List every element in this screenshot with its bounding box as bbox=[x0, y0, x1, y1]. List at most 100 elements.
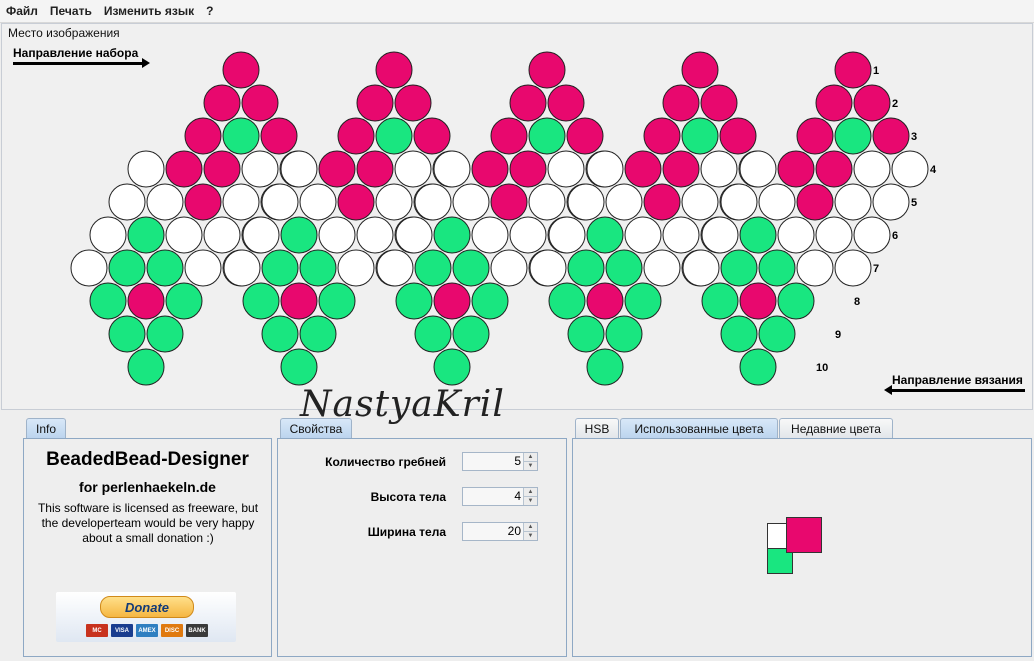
bead[interactable] bbox=[624, 216, 662, 254]
bead[interactable] bbox=[528, 117, 566, 155]
bead[interactable] bbox=[222, 117, 260, 155]
bead[interactable] bbox=[624, 150, 662, 188]
bead[interactable] bbox=[701, 216, 739, 254]
bead[interactable] bbox=[203, 150, 241, 188]
bead[interactable] bbox=[777, 216, 815, 254]
bead[interactable] bbox=[701, 282, 739, 320]
bead[interactable] bbox=[108, 249, 146, 287]
bead[interactable] bbox=[241, 150, 279, 188]
bead[interactable] bbox=[739, 282, 777, 320]
bead[interactable] bbox=[720, 183, 758, 221]
bead[interactable] bbox=[337, 249, 375, 287]
bead[interactable] bbox=[509, 150, 547, 188]
spin-down-icon[interactable]: ▼ bbox=[523, 461, 537, 470]
bead[interactable] bbox=[223, 249, 261, 287]
bead[interactable] bbox=[280, 348, 318, 386]
bead[interactable] bbox=[70, 249, 108, 287]
bead[interactable] bbox=[184, 249, 222, 287]
bead[interactable] bbox=[796, 117, 834, 155]
bead[interactable] bbox=[203, 84, 241, 122]
bead[interactable] bbox=[643, 183, 681, 221]
bead[interactable] bbox=[643, 117, 681, 155]
bead[interactable] bbox=[834, 183, 872, 221]
bead[interactable] bbox=[471, 216, 509, 254]
bead[interactable] bbox=[318, 150, 356, 188]
bead[interactable] bbox=[853, 84, 891, 122]
bead[interactable] bbox=[222, 51, 260, 89]
bead[interactable] bbox=[681, 117, 719, 155]
bead[interactable] bbox=[567, 315, 605, 353]
bead[interactable] bbox=[471, 150, 509, 188]
bead[interactable] bbox=[605, 249, 643, 287]
bead[interactable] bbox=[356, 84, 394, 122]
bead[interactable] bbox=[834, 249, 872, 287]
bead[interactable] bbox=[605, 315, 643, 353]
bead[interactable] bbox=[299, 315, 337, 353]
bead[interactable] bbox=[700, 84, 738, 122]
bead[interactable] bbox=[395, 282, 433, 320]
spin-up-icon[interactable]: ▲ bbox=[523, 523, 537, 531]
bead[interactable] bbox=[758, 183, 796, 221]
bead[interactable] bbox=[662, 216, 700, 254]
bead[interactable] bbox=[280, 282, 318, 320]
bead[interactable] bbox=[643, 249, 681, 287]
tab-recent-colors[interactable]: Недавние цвета bbox=[779, 418, 893, 438]
spin-up-icon[interactable]: ▲ bbox=[523, 488, 537, 496]
bead[interactable] bbox=[375, 117, 413, 155]
bead[interactable] bbox=[739, 216, 777, 254]
bead[interactable] bbox=[815, 84, 853, 122]
bead[interactable] bbox=[146, 249, 184, 287]
bead[interactable] bbox=[853, 216, 891, 254]
ribs-count-spinner[interactable]: 5 ▲ ▼ bbox=[462, 452, 538, 471]
bead[interactable] bbox=[452, 315, 490, 353]
bead[interactable] bbox=[547, 84, 585, 122]
bead[interactable] bbox=[471, 282, 509, 320]
body-width-spinner[interactable]: 20 ▲ ▼ bbox=[462, 522, 538, 541]
bead[interactable] bbox=[681, 183, 719, 221]
bead[interactable] bbox=[739, 348, 777, 386]
tab-properties[interactable]: Свойства bbox=[280, 418, 352, 438]
bead[interactable] bbox=[605, 183, 643, 221]
bead[interactable] bbox=[815, 150, 853, 188]
bead[interactable] bbox=[739, 150, 777, 188]
bead[interactable] bbox=[509, 84, 547, 122]
tab-hsb[interactable]: HSB bbox=[575, 418, 619, 438]
bead[interactable] bbox=[261, 183, 299, 221]
bead[interactable] bbox=[414, 183, 452, 221]
bead[interactable] bbox=[376, 249, 414, 287]
menu-help[interactable]: ? bbox=[200, 4, 219, 18]
bead[interactable] bbox=[280, 216, 318, 254]
body-height-spinner[interactable]: 4 ▲ ▼ bbox=[462, 487, 538, 506]
bead[interactable] bbox=[356, 150, 394, 188]
bead[interactable] bbox=[529, 249, 567, 287]
bead[interactable] bbox=[165, 216, 203, 254]
bead[interactable] bbox=[586, 216, 624, 254]
bead[interactable] bbox=[127, 150, 165, 188]
bead[interactable] bbox=[356, 216, 394, 254]
bead[interactable] bbox=[261, 315, 299, 353]
bead[interactable] bbox=[127, 282, 165, 320]
bead[interactable] bbox=[586, 150, 624, 188]
bead[interactable] bbox=[203, 216, 241, 254]
bead[interactable] bbox=[567, 249, 605, 287]
bead[interactable] bbox=[509, 216, 547, 254]
bead[interactable] bbox=[165, 282, 203, 320]
bead[interactable] bbox=[222, 183, 260, 221]
bead[interactable] bbox=[395, 216, 433, 254]
bead[interactable] bbox=[337, 117, 375, 155]
menu-file[interactable]: Файл bbox=[0, 4, 44, 18]
bead[interactable] bbox=[261, 249, 299, 287]
bead[interactable] bbox=[777, 150, 815, 188]
bead[interactable] bbox=[433, 216, 471, 254]
bead[interactable] bbox=[796, 249, 834, 287]
bead[interactable] bbox=[260, 117, 298, 155]
bead[interactable] bbox=[242, 216, 280, 254]
bead[interactable] bbox=[299, 249, 337, 287]
bead[interactable] bbox=[490, 183, 528, 221]
bead[interactable] bbox=[777, 282, 815, 320]
bead[interactable] bbox=[853, 150, 891, 188]
bead[interactable] bbox=[184, 117, 222, 155]
bead[interactable] bbox=[566, 117, 604, 155]
bead[interactable] bbox=[720, 315, 758, 353]
bead[interactable] bbox=[586, 348, 624, 386]
